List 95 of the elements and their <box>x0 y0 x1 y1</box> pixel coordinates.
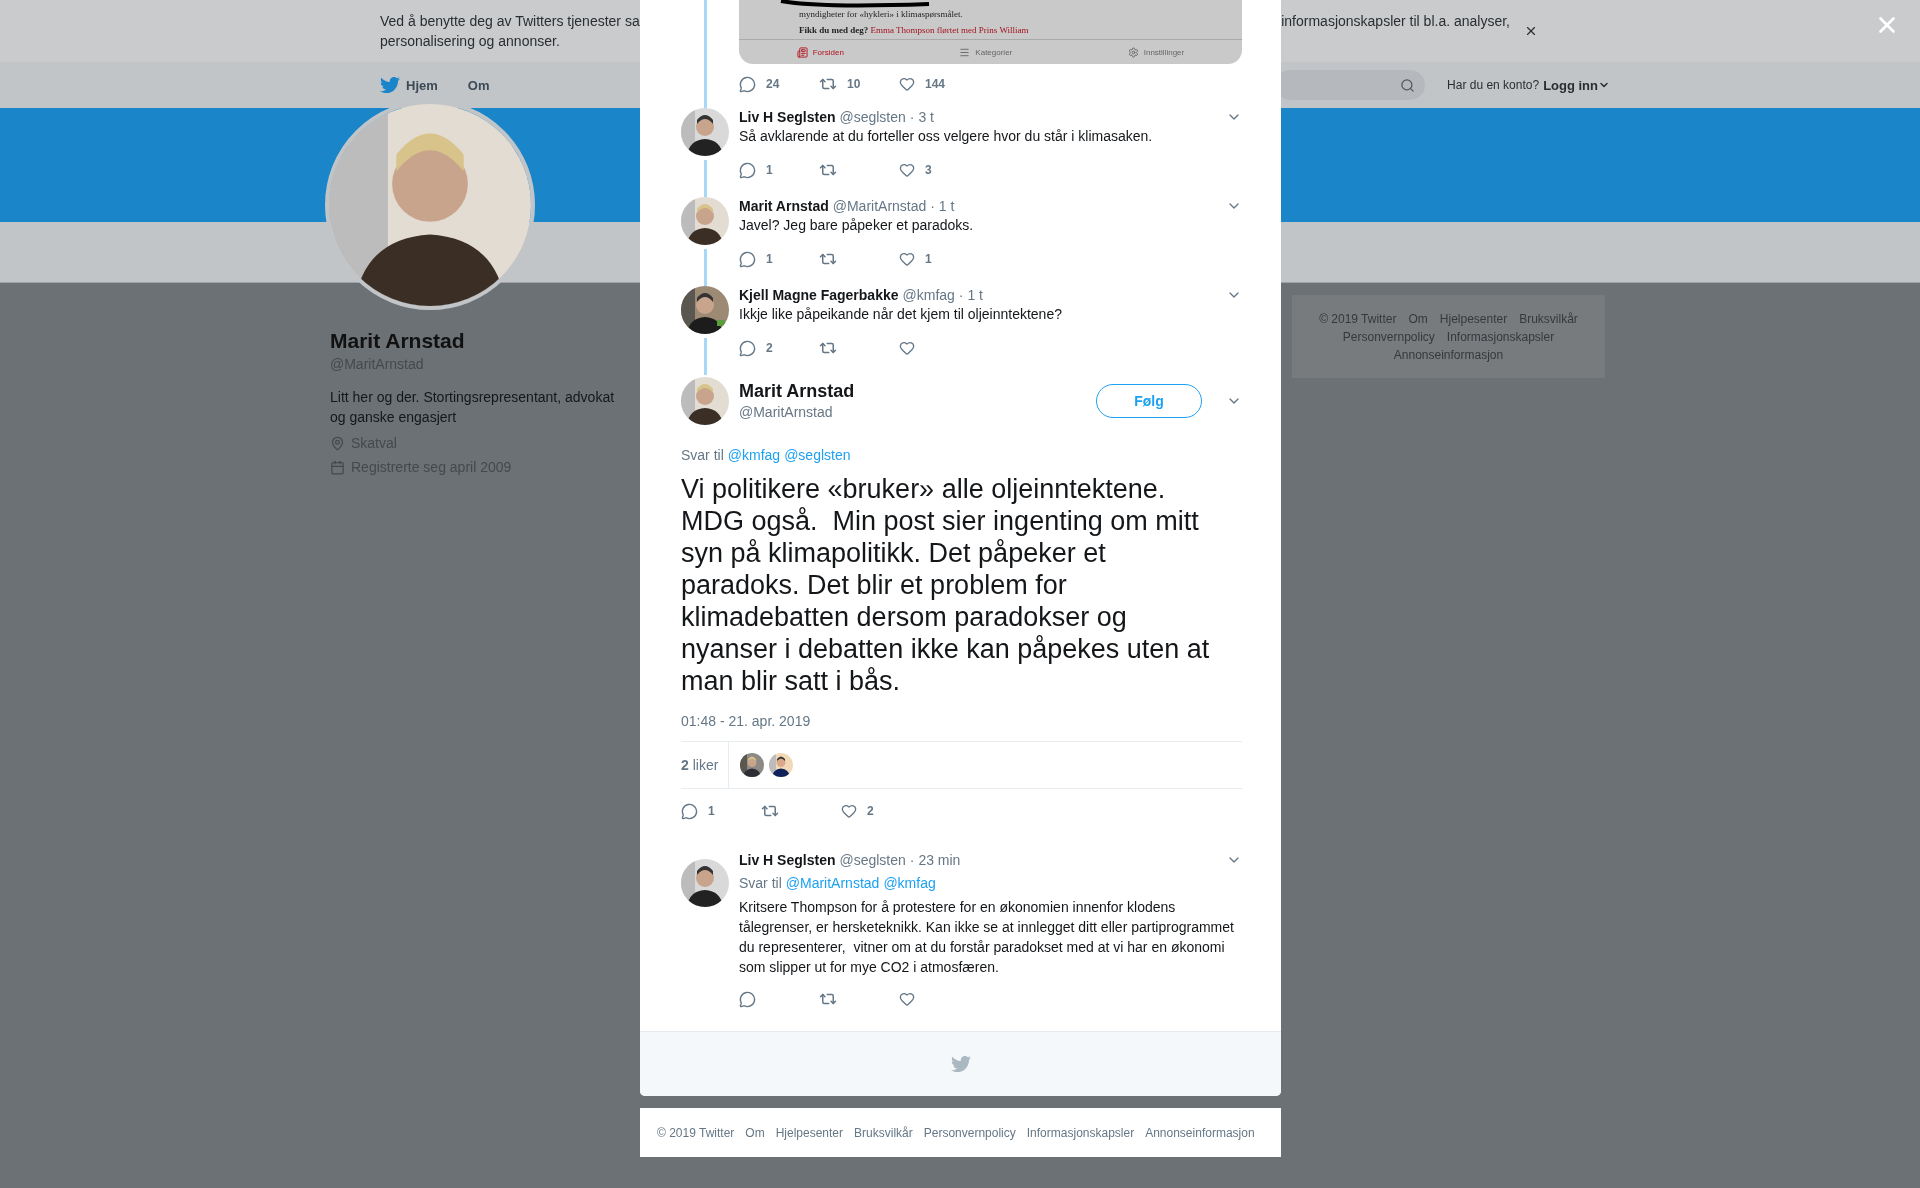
user-name[interactable]: Kjell Magne Fagerbakke <box>739 286 899 304</box>
retweet-count: 10 <box>847 77 861 91</box>
banner-text: personalisering og annonser. <box>380 33 560 49</box>
profile-bio: Litt her og der. Stortingsrepresentant, advokat og ganske engasjert <box>330 388 616 427</box>
user-avatar[interactable] <box>681 108 729 156</box>
reply-icon[interactable] <box>739 75 756 93</box>
settings-icon <box>1127 46 1139 58</box>
article-tab[interactable]: Innstillinger <box>1127 46 1185 58</box>
user-handle: @kmfag <box>902 286 955 304</box>
tweet-timestamp[interactable]: 01:48 - 21. apr. 2019 <box>681 711 1242 731</box>
footer-link[interactable]: Hjelpesenter <box>1439 310 1508 327</box>
nav-link[interactable]: Om <box>467 77 490 93</box>
footer-link[interactable]: Bruksvilkår <box>1519 310 1578 327</box>
reply-icon[interactable] <box>739 339 756 357</box>
user-avatar[interactable] <box>681 197 729 245</box>
user-avatar[interactable] <box>681 859 729 907</box>
tweet-text: Ikkje like påpeikande når det kjem til oljeinntektene? <box>739 305 1063 324</box>
mention-link[interactable]: @kmfag <box>727 445 781 465</box>
like-icon[interactable] <box>899 162 915 178</box>
footer-link[interactable]: Bruksvilkår <box>854 1125 913 1140</box>
article-teaser: Fikk du med deg? Emma Thompson flørtet med Prins William <box>799 24 1030 36</box>
article-tab[interactable]: Forsiden <box>796 46 844 58</box>
banner-text: Ved å benytte deg av Twitters tjenester sa <box>380 12 640 31</box>
user-handle: @MaritArnstad <box>739 403 834 422</box>
reply-icon[interactable] <box>739 250 756 268</box>
footer-link[interactable]: Annonseinformasjon <box>1145 1125 1255 1140</box>
like-count: 2 <box>867 804 874 818</box>
user-handle: @seglsten <box>839 851 906 869</box>
like-icon[interactable] <box>899 76 915 92</box>
footer-link[interactable]: © 2019 Twitter <box>657 1125 735 1140</box>
like-count: 3 <box>925 163 932 177</box>
liker-avatar[interactable] <box>740 753 765 777</box>
follow-button[interactable]: Følg <box>1096 384 1202 418</box>
user-name[interactable]: Liv H Seglsten <box>739 108 836 126</box>
like-icon[interactable] <box>899 340 915 356</box>
tweet-text: Kritsere Thompson for å protestere for en økonomien innenfor klodens tålegrenser, er hersketeknikk. Kan ikke se at innlegget ditt eller partiprogrammet du representerer, vitner om at du forstår paradokset med at vi har en økonomi som slipper ut for mye CO2 i atmosfæren. <box>739 898 1235 977</box>
tweet-time[interactable]: · 1 t <box>930 197 955 215</box>
tweet-time[interactable]: · 23 min <box>909 851 961 869</box>
tweet-text: Så avklarende at du forteller oss velgere hvor du står i klimasaken. <box>739 127 1154 146</box>
menu-icon <box>959 46 971 58</box>
calendar-icon <box>330 459 345 475</box>
reply-to-label: Svar til <box>739 874 782 893</box>
profile-name: Marit Arnstad <box>330 328 466 354</box>
footer-link[interactable]: Om <box>1408 310 1428 327</box>
user-name[interactable]: Marit Arnstad <box>739 380 855 402</box>
mention-link[interactable]: @MaritArnstad <box>785 873 880 893</box>
account-prompt: Har du en konto? <box>1447 78 1540 92</box>
like-icon[interactable] <box>899 251 915 267</box>
close-icon[interactable] <box>1524 24 1538 38</box>
reply-to-label: Svar til <box>681 446 724 465</box>
footer-link[interactable]: © 2019 Twitter <box>1319 310 1397 327</box>
footer-link[interactable]: Annonseinformasjon <box>1393 346 1504 363</box>
bird-icon <box>950 1054 971 1074</box>
like-icon[interactable] <box>899 991 915 1007</box>
footer-link[interactable]: Om <box>745 1125 765 1140</box>
user-name[interactable]: Marit Arnstad <box>739 197 829 215</box>
like-count: 144 <box>925 77 946 91</box>
tweet-time[interactable]: · 1 t <box>958 286 983 304</box>
tweet-time[interactable]: · 3 t <box>909 108 934 126</box>
banner-text: informasjonskapsler til bl.a. analyser, <box>1281 12 1510 31</box>
user-handle: @MaritArnstad <box>832 197 927 215</box>
article-link[interactable]: Emma Thompson flørtet med Prins William <box>870 25 1029 35</box>
tweet-text: Vi politikere «bruker» alle oljeinntektene. MDG også. Min post sier ingenting om mitt syn på klimapolitikk. Det påpeker et paradoks. Det blir et problem for klimadebatten dersom paradokser og nyanser i debatten ikke kan påpekes uten at man blir satt i bås. <box>681 473 1211 697</box>
reply-icon[interactable] <box>739 990 756 1008</box>
likes-count[interactable]: 2 liker <box>681 742 730 788</box>
footer-link[interactable]: Personvernpolicy <box>923 1125 1016 1140</box>
footer-link[interactable]: Personvernpolicy <box>1342 328 1435 345</box>
article-tab[interactable]: Kategorier <box>959 46 1013 58</box>
nav-link[interactable]: Hjem <box>380 75 438 95</box>
reply-icon[interactable] <box>739 161 756 179</box>
reply-count: 24 <box>766 77 780 91</box>
like-icon[interactable] <box>841 803 857 819</box>
mention-link[interactable]: @kmfag <box>883 873 936 893</box>
like-count: 1 <box>925 252 932 266</box>
bird-icon <box>380 75 400 95</box>
footer-link[interactable]: Hjelpesenter <box>775 1125 844 1140</box>
user-handle: @seglsten <box>839 108 906 126</box>
footer-link[interactable]: Informasjonskapsler <box>1026 1125 1135 1140</box>
liker-avatar[interactable] <box>769 753 794 777</box>
location-icon <box>330 435 345 451</box>
reply-count: 1 <box>708 804 715 818</box>
reply-icon[interactable] <box>681 802 698 820</box>
user-name[interactable]: Liv H Seglsten <box>739 851 836 869</box>
mention-link[interactable]: @seglsten <box>784 445 851 465</box>
newspaper-icon <box>796 46 808 58</box>
reply-count: 1 <box>766 252 773 266</box>
reply-count: 2 <box>766 341 773 355</box>
user-avatar[interactable] <box>681 286 729 334</box>
article-text: myndigheter for «hykleri» i klimaspørsmålet. <box>799 8 964 20</box>
reply-count: 1 <box>766 163 773 177</box>
footer-link[interactable]: Informasjonskapsler <box>1446 328 1555 345</box>
login-link[interactable]: Logg inn <box>1543 77 1610 93</box>
tweet-text: Javel? Jeg bare påpeker et paradoks. <box>739 216 975 235</box>
search-icon <box>1400 77 1416 93</box>
user-avatar[interactable] <box>681 377 729 425</box>
